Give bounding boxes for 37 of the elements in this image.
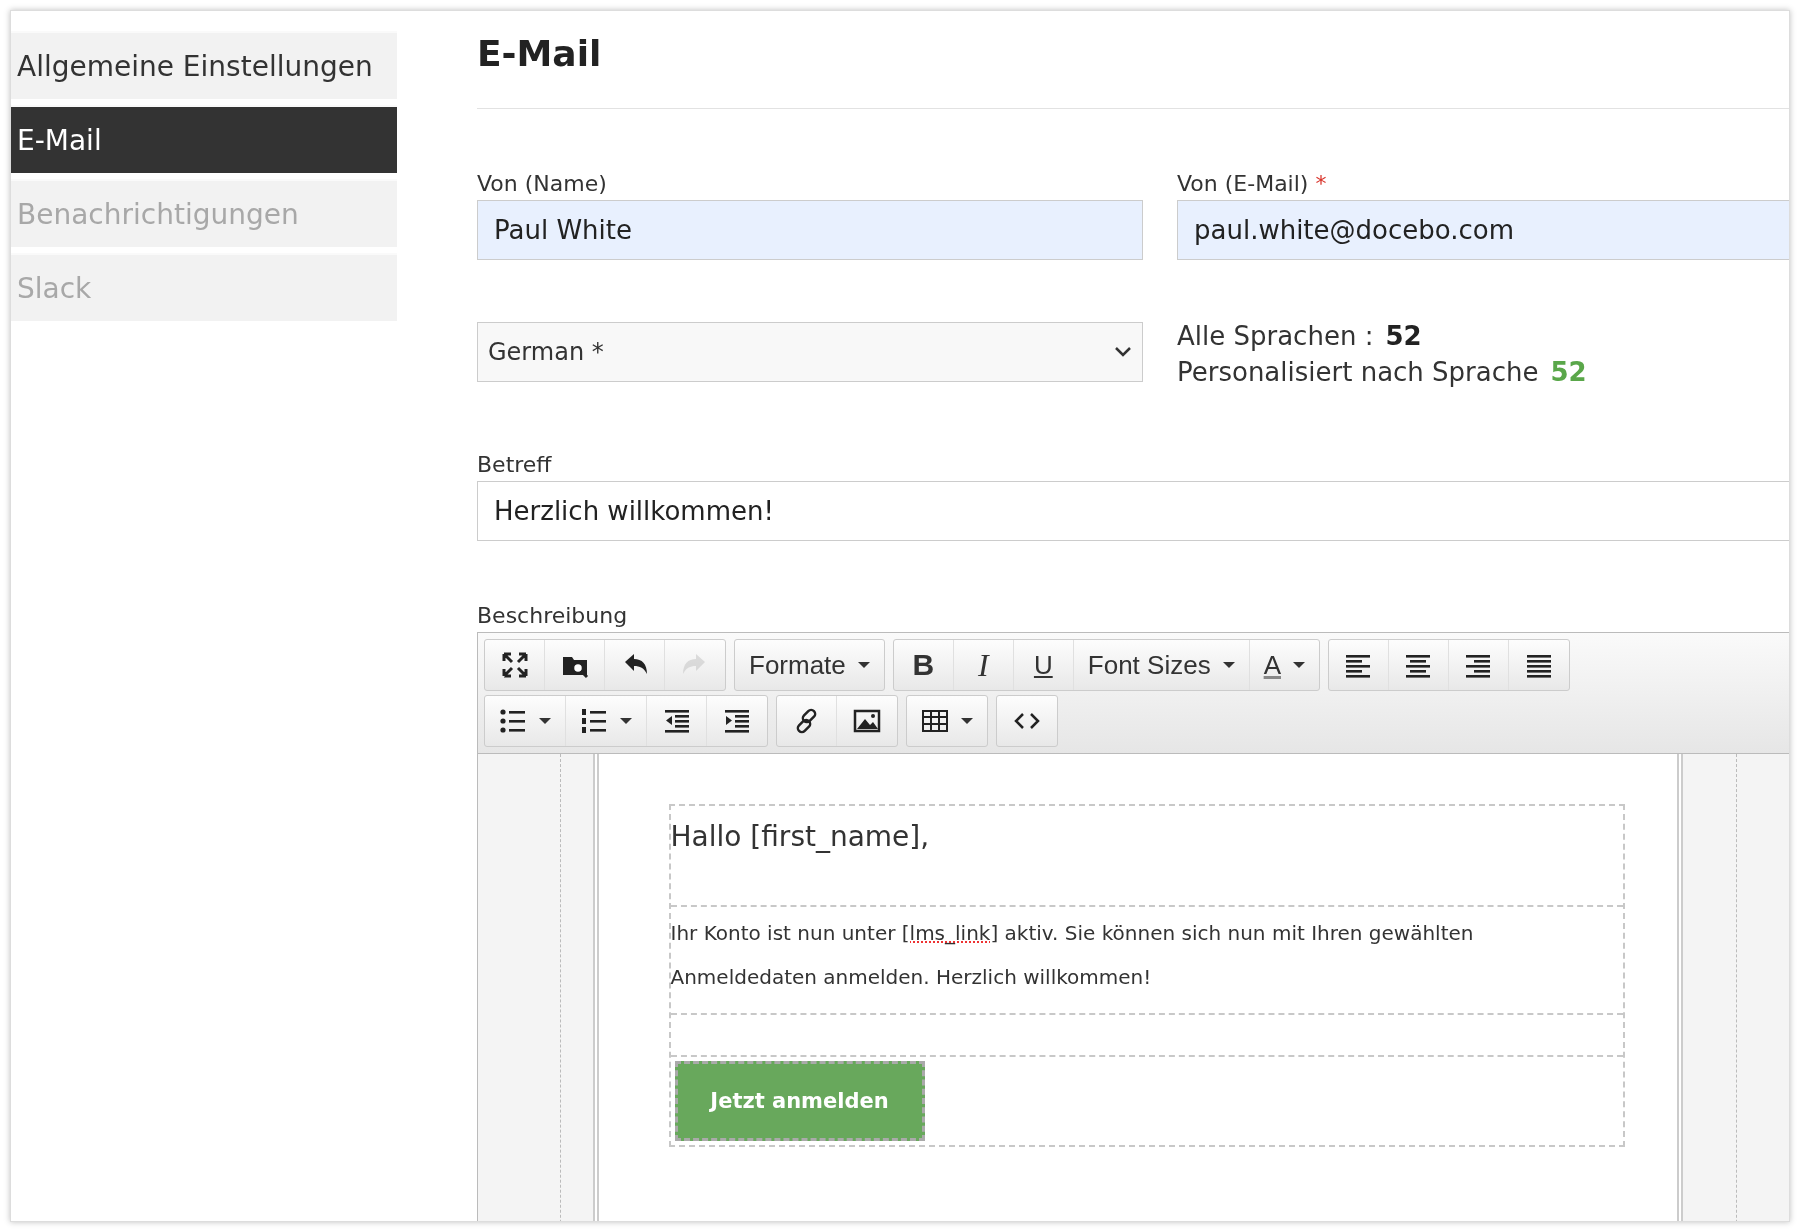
image-icon — [853, 707, 881, 735]
sidebar-item[interactable]: Allgemeine Einstellungen — [11, 31, 397, 99]
numbered-list-icon — [580, 707, 608, 735]
caret-icon — [1293, 662, 1305, 668]
input-field[interactable]: paul.white@docebo.com — [1177, 200, 1789, 260]
count-label: Personalisiert nach Sprache — [1177, 357, 1539, 387]
count-label: Alle Sprachen : — [1177, 321, 1374, 351]
outdent-icon — [662, 707, 691, 735]
field-label: Von (Name) — [477, 171, 608, 196]
body-paragraph: Ihr Konto ist nun unter [lms_link] aktiv. Sie können sich nun mit Ihren gewählten Anmeldedaten anmelden. Herzlich willkommen! — [670, 920, 1475, 991]
dropdown-button[interactable]: Font Sizes — [1073, 640, 1250, 690]
field-label: Beschreibung — [477, 603, 629, 628]
count-value: 52 — [1385, 321, 1422, 351]
underline-button[interactable]: U — [1013, 640, 1074, 690]
caret-icon — [857, 662, 870, 668]
color-button[interactable]: A — [1249, 640, 1319, 690]
italic-button[interactable]: I — [953, 640, 1014, 690]
dropdown-button[interactable]: Formate — [735, 640, 884, 690]
table-icon — [921, 707, 949, 735]
caret-icon — [961, 718, 973, 724]
input-field[interactable]: Paul White — [477, 200, 1143, 260]
indent-icon — [723, 707, 751, 735]
language-select[interactable]: German * — [477, 322, 1143, 382]
input-field[interactable]: Herzlich willkommen! — [477, 481, 1789, 541]
chevron-down-icon — [1114, 346, 1132, 358]
field-label: Betreff — [477, 452, 553, 477]
sidebar-item[interactable]: E-Mail — [11, 105, 397, 173]
page-title: E-Mail — [477, 33, 1789, 109]
caret-icon — [539, 718, 551, 724]
bullet-list-icon — [499, 707, 527, 735]
greeting-text: Hallo [first_name], — [670, 819, 931, 855]
bold-button[interactable]: B — [893, 640, 954, 690]
fullscreen-icon — [500, 651, 529, 679]
caret-icon — [620, 718, 632, 724]
caret-icon — [1222, 662, 1235, 668]
field-label: Von (E-Mail) * — [1177, 171, 1328, 196]
count-value: 52 — [1550, 357, 1587, 387]
